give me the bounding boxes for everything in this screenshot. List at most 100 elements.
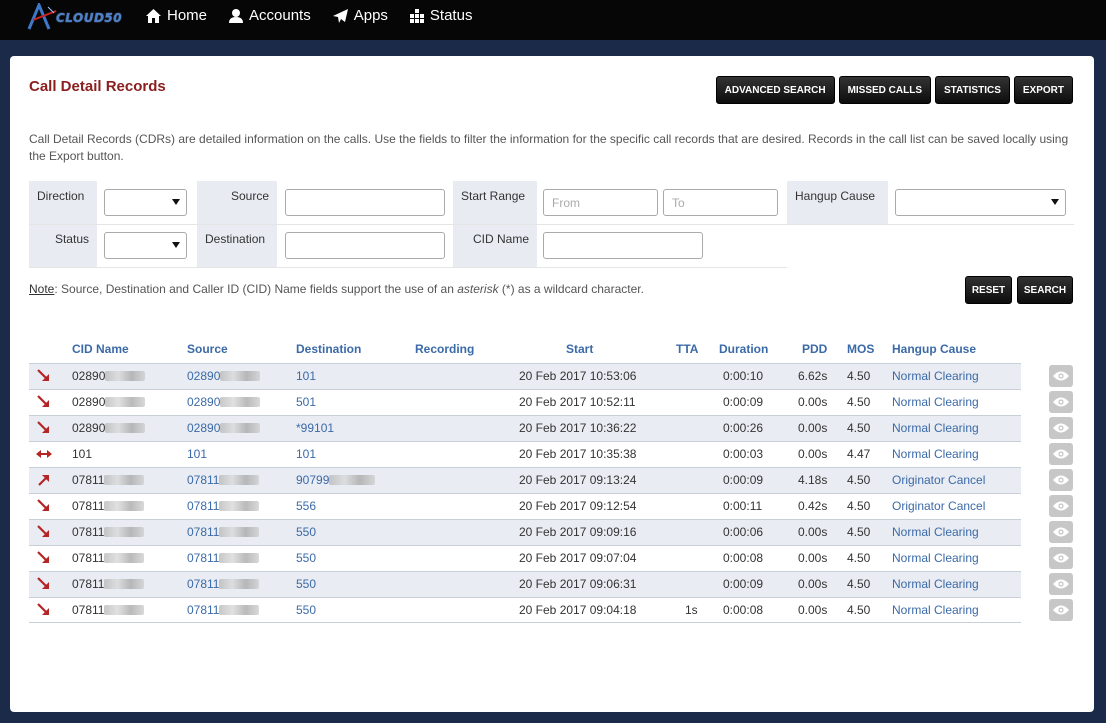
source-link[interactable]: 07811 — [187, 603, 260, 617]
col-duration[interactable]: Duration — [719, 342, 768, 356]
col-source[interactable]: Source — [187, 342, 228, 356]
inbound-arrow-icon — [36, 394, 52, 413]
table-row[interactable]: 07811 07811 550 20 Feb 2017 09:06:31 0:00:09… — [29, 571, 1021, 597]
view-record-button[interactable] — [1049, 469, 1073, 491]
view-record-button[interactable] — [1049, 521, 1073, 543]
top-navbar: CLOUD50 Home Accounts Apps Status — [0, 0, 1106, 40]
redacted-digits — [104, 527, 145, 537]
table-row[interactable]: 02890 02890 *99101 20 Feb 2017 10:36:22 0:00… — [29, 415, 1021, 441]
hangup-cause-link[interactable]: Normal Clearing — [892, 577, 979, 591]
view-record-button[interactable] — [1049, 365, 1073, 387]
pdd-cell: 0.00s — [798, 603, 828, 617]
hangup-cause-link[interactable]: Normal Clearing — [892, 395, 979, 409]
note-text-2: (*) as a wildcard character. — [498, 282, 644, 296]
source-link[interactable]: 07811 — [187, 525, 260, 539]
status-select[interactable] — [104, 232, 187, 259]
hangup-cause-link[interactable]: Normal Clearing — [892, 369, 979, 383]
view-record-button[interactable] — [1049, 547, 1073, 569]
mos-cell: 4.50 — [847, 577, 871, 591]
view-record-button[interactable] — [1049, 599, 1073, 621]
hangup-cause-link[interactable]: Normal Clearing — [892, 421, 979, 435]
col-cid-name[interactable]: CID Name — [72, 342, 129, 356]
direction-select[interactable] — [104, 189, 187, 216]
source-input[interactable] — [285, 189, 445, 216]
destination-link[interactable]: 550 — [296, 551, 316, 565]
col-start[interactable]: Start — [566, 342, 593, 356]
destination-link[interactable]: 101 — [296, 369, 316, 383]
direction-label: Direction — [29, 181, 97, 224]
table-row[interactable]: 101 101 101 20 Feb 2017 10:35:38 0:00:03 0.00… — [29, 441, 1021, 467]
view-record-button[interactable] — [1049, 443, 1073, 465]
cid-name-input[interactable] — [543, 232, 703, 259]
col-mos[interactable]: MOS — [847, 342, 874, 356]
source-link[interactable]: 101 — [187, 447, 207, 461]
col-recording[interactable]: Recording — [415, 342, 474, 356]
eye-icon — [1053, 501, 1069, 511]
destination-link[interactable]: 90799 — [296, 473, 376, 487]
nav-accounts-label: Accounts — [249, 7, 311, 24]
view-record-button[interactable] — [1049, 573, 1073, 595]
source-value: 07811 — [187, 551, 220, 565]
destination-link[interactable]: 501 — [296, 395, 316, 409]
cid-name-cell: 07811 — [72, 473, 145, 487]
start-range-from-input[interactable]: From — [543, 189, 658, 216]
destination-link[interactable]: 556 — [296, 499, 316, 513]
source-link[interactable]: 07811 — [187, 473, 260, 487]
destination-value: 550 — [296, 525, 317, 539]
reset-button[interactable]: RESET — [965, 276, 1012, 304]
table-row[interactable]: 07811 07811 90799 20 Feb 2017 09:13:24 0:00:… — [29, 467, 1021, 493]
view-record-button[interactable] — [1049, 495, 1073, 517]
statistics-button[interactable]: STATISTICS — [935, 76, 1010, 104]
hangup-cause-link[interactable]: Normal Clearing — [892, 603, 979, 617]
hangup-cause-select[interactable] — [895, 189, 1066, 216]
source-link[interactable]: 07811 — [187, 577, 260, 591]
pdd-cell: 4.18s — [798, 473, 828, 487]
source-link[interactable]: 02890 — [187, 369, 261, 383]
nav-status[interactable]: Status — [409, 7, 472, 24]
hangup-cause-link[interactable]: Originator Cancel — [892, 473, 985, 487]
hangup-cause-link[interactable]: Normal Clearing — [892, 551, 979, 565]
start-cell: 20 Feb 2017 09:09:16 — [519, 525, 637, 539]
nav-home[interactable]: Home — [146, 7, 207, 24]
app-logo[interactable]: CLOUD50 — [26, 3, 122, 31]
destination-link[interactable]: 550 — [296, 577, 316, 591]
table-row[interactable]: 02890 02890 101 20 Feb 2017 10:53:06 0:00:10… — [29, 363, 1021, 389]
hangup-cause-link[interactable]: Normal Clearing — [892, 525, 979, 539]
table-row[interactable]: 02890 02890 501 20 Feb 2017 10:52:11 0:00:09… — [29, 389, 1021, 415]
table-row[interactable]: 07811 07811 550 20 Feb 2017 09:07:04 0:00:08… — [29, 545, 1021, 571]
source-link[interactable]: 02890 — [187, 395, 261, 409]
destination-input[interactable] — [285, 232, 445, 259]
export-button[interactable]: EXPORT — [1013, 76, 1073, 104]
hangup-cause-label: Hangup Cause — [787, 181, 888, 224]
hangup-cause-link[interactable]: Normal Clearing — [892, 447, 979, 461]
duration-cell: 0:00:09 — [723, 395, 764, 409]
duration-cell: 0:00:03 — [723, 447, 764, 461]
col-tta[interactable]: TTA — [676, 342, 698, 356]
col-hangup-cause[interactable]: Hangup Cause — [892, 342, 976, 356]
search-button[interactable]: SEARCH — [1017, 276, 1073, 304]
destination-link[interactable]: 550 — [296, 525, 316, 539]
source-link[interactable]: 07811 — [187, 551, 260, 565]
mos-cell: 4.50 — [847, 525, 871, 539]
col-pdd[interactable]: PDD — [802, 342, 827, 356]
destination-link[interactable]: 550 — [296, 603, 316, 617]
eye-icon — [1053, 397, 1069, 407]
source-link[interactable]: 07811 — [187, 499, 260, 513]
advanced-search-button[interactable]: ADVANCED SEARCH — [715, 76, 835, 104]
destination-link[interactable]: 101 — [296, 447, 316, 461]
start-range-to-input[interactable]: To — [663, 189, 778, 216]
table-row[interactable]: 07811 07811 556 20 Feb 2017 09:12:54 0:00:11… — [29, 493, 1021, 519]
status-label: Status — [29, 224, 97, 267]
col-destination[interactable]: Destination — [296, 342, 361, 356]
table-row[interactable]: 07811 07811 550 20 Feb 2017 09:09:16 0:00:06… — [29, 519, 1021, 545]
table-row[interactable]: 07811 07811 550 20 Feb 2017 09:04:18 1s 0:00:… — [29, 597, 1021, 623]
source-link[interactable]: 02890 — [187, 421, 261, 435]
missed-calls-button[interactable]: MISSED CALLS — [838, 76, 932, 104]
hangup-cause-link[interactable]: Originator Cancel — [892, 499, 985, 513]
destination-value: 556 — [296, 499, 317, 513]
nav-apps[interactable]: Apps — [332, 7, 388, 24]
destination-link[interactable]: *99101 — [296, 421, 334, 435]
view-record-button[interactable] — [1049, 417, 1073, 439]
nav-accounts[interactable]: Accounts — [229, 7, 311, 24]
view-record-button[interactable] — [1049, 391, 1073, 413]
